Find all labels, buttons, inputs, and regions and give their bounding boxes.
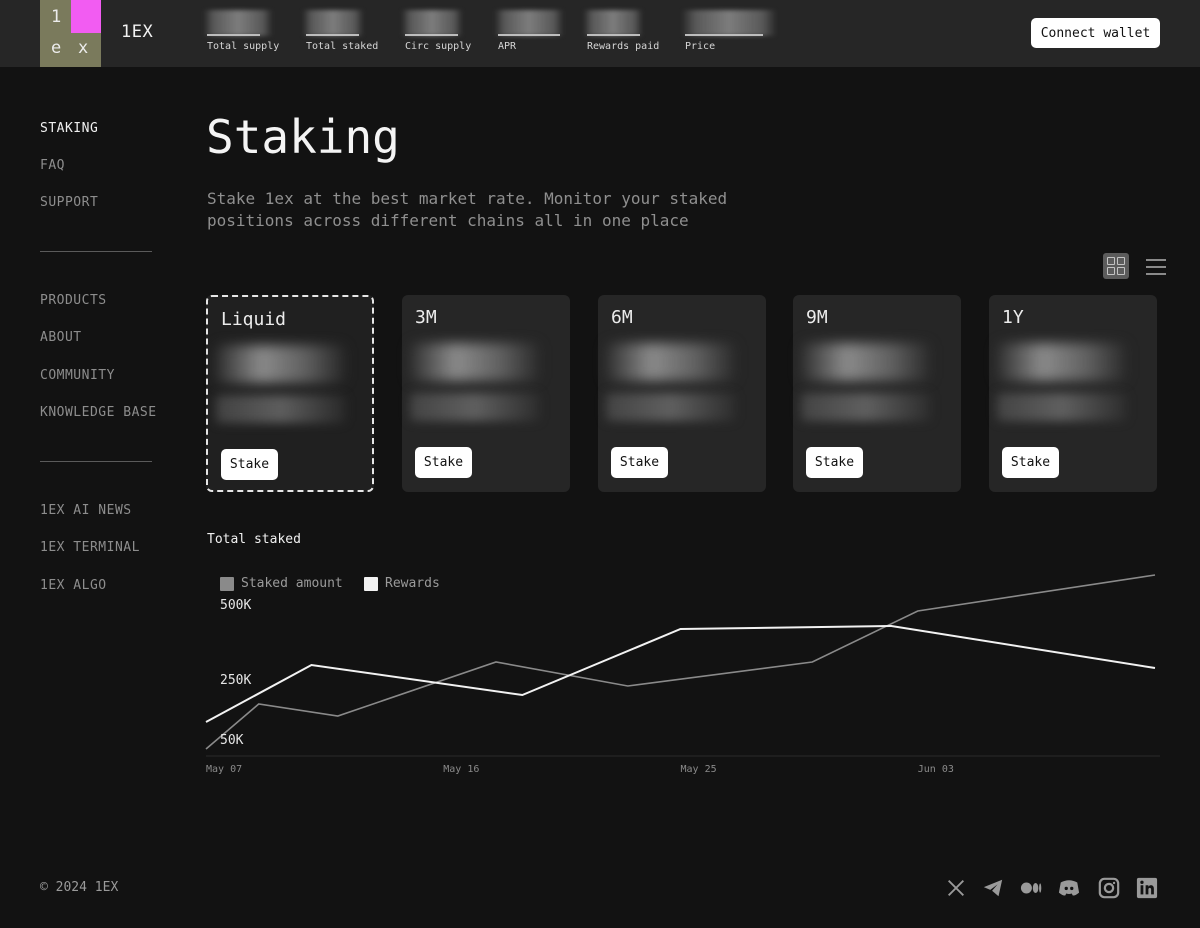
sidebar-item-about[interactable]: ABOUT xyxy=(40,330,82,345)
stake-button[interactable]: Stake xyxy=(415,447,472,478)
sidebar-item-faq[interactable]: FAQ xyxy=(40,158,65,173)
stat-value-hidden xyxy=(583,10,643,36)
top-bar: 1 e x 1EX Total supply Total staked Circ… xyxy=(0,0,1200,67)
stat-label: Total staked xyxy=(306,41,379,52)
card-term: 6M xyxy=(611,307,633,328)
x-icon[interactable] xyxy=(945,877,967,899)
card-value-hidden xyxy=(801,343,931,381)
x-tick-label: May 25 xyxy=(681,764,717,775)
y-tick-label: 250K xyxy=(220,673,251,688)
total-staked-chart: 500K 250K 50K May 07 May 16 May 25 Jun 03 xyxy=(205,574,1160,775)
sidebar-item-products[interactable]: PRODUCTS xyxy=(40,293,107,308)
medium-icon[interactable] xyxy=(1020,877,1042,899)
copyright: © 2024 1EX xyxy=(40,880,119,895)
sidebar-divider xyxy=(40,251,152,252)
card-value-hidden xyxy=(606,343,736,381)
card-subvalue-hidden xyxy=(606,393,736,421)
card-subvalue-hidden xyxy=(216,395,346,423)
x-tick-label: Jun 03 xyxy=(918,764,954,775)
stake-button[interactable]: Stake xyxy=(611,447,668,478)
x-tick-label: May 16 xyxy=(443,764,479,775)
page-title: Staking xyxy=(206,110,400,164)
sidebar-item-algo[interactable]: 1EX ALGO xyxy=(40,578,107,593)
series-line-rewards xyxy=(205,624,1156,723)
sidebar-item-staking[interactable]: STAKING xyxy=(40,121,98,136)
sidebar-item-knowledge-base[interactable]: KNOWLEDGE BASE xyxy=(40,405,157,420)
stat-label: Circ supply xyxy=(405,41,472,52)
sidebar-item-ai-news[interactable]: 1EX AI NEWS xyxy=(40,503,132,518)
stat-label: Price xyxy=(685,41,716,52)
stat-label: APR xyxy=(498,41,517,52)
sidebar-item-support[interactable]: SUPPORT xyxy=(40,195,98,210)
linkedin-icon[interactable] xyxy=(1136,877,1158,899)
card-term: 1Y xyxy=(1002,307,1024,328)
card-value-hidden xyxy=(997,343,1127,381)
sidebar-item-community[interactable]: COMMUNITY xyxy=(40,368,115,383)
logo-char-1: 1 xyxy=(51,7,62,27)
chart-title: Total staked xyxy=(207,532,301,547)
stake-button[interactable]: Stake xyxy=(806,447,863,478)
discord-icon[interactable] xyxy=(1058,877,1080,899)
stake-button[interactable]: Stake xyxy=(221,449,278,480)
card-value-hidden xyxy=(410,343,540,381)
series-line-staked-amount xyxy=(205,574,1156,750)
card-term: 3M xyxy=(415,307,437,328)
card-subvalue-hidden xyxy=(801,393,931,421)
stat-value-hidden xyxy=(494,10,564,36)
stat-label: Total supply xyxy=(207,41,280,52)
sidebar-item-terminal[interactable]: 1EX TERMINAL xyxy=(40,540,140,555)
list-view-icon[interactable] xyxy=(1146,259,1166,275)
card-term: Liquid xyxy=(221,309,287,330)
stake-card-liquid[interactable]: Liquid Stake xyxy=(206,295,374,492)
card-subvalue-hidden xyxy=(410,393,540,421)
card-subvalue-hidden xyxy=(997,393,1127,421)
logo-accent xyxy=(71,0,101,33)
stat-label: Rewards paid xyxy=(587,41,660,52)
stake-card-3m[interactable]: 3M Stake xyxy=(402,295,570,492)
card-value-hidden xyxy=(216,345,346,383)
stake-button[interactable]: Stake xyxy=(1002,447,1059,478)
page-subtitle: Stake 1ex at the best market rate. Monit… xyxy=(207,189,728,230)
stake-card-9m[interactable]: 9M Stake xyxy=(793,295,961,492)
grid-view-icon[interactable] xyxy=(1103,253,1129,279)
stat-value-hidden xyxy=(401,10,463,36)
logo-char-3: x xyxy=(78,38,89,58)
logo[interactable]: 1 e x xyxy=(40,0,101,67)
y-tick-label: 50K xyxy=(220,733,244,748)
logo-char-2: e xyxy=(51,38,62,58)
brand-name[interactable]: 1EX xyxy=(121,22,153,42)
connect-wallet-button[interactable]: Connect wallet xyxy=(1031,18,1160,48)
card-term: 9M xyxy=(806,307,828,328)
stat-value-hidden xyxy=(203,10,273,36)
stat-value-hidden xyxy=(681,10,777,36)
stat-value-hidden xyxy=(302,10,364,36)
sidebar-divider xyxy=(40,461,152,462)
x-tick-label: May 07 xyxy=(206,764,242,775)
instagram-icon[interactable] xyxy=(1098,877,1120,899)
telegram-icon[interactable] xyxy=(982,877,1004,899)
stake-card-1y[interactable]: 1Y Stake xyxy=(989,295,1157,492)
y-tick-label: 500K xyxy=(220,598,251,613)
stake-card-6m[interactable]: 6M Stake xyxy=(598,295,766,492)
